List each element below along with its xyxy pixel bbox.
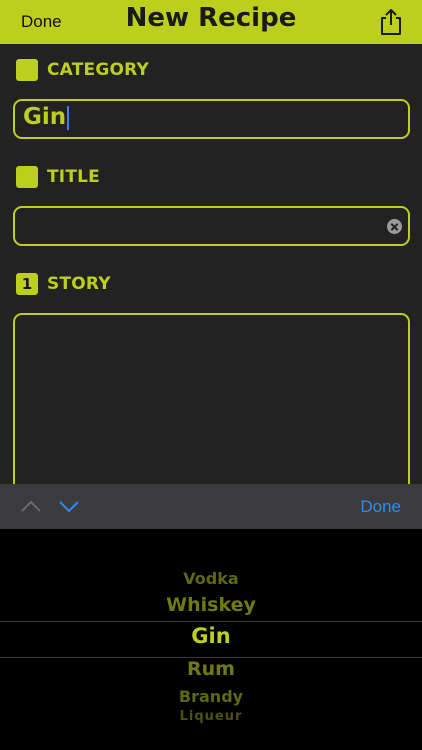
picker-item-selected[interactable]: Gin [0,624,422,648]
chevron-down-icon[interactable] [58,498,80,514]
clear-icon[interactable] [387,219,402,234]
title-field[interactable] [13,206,410,246]
title-checkbox[interactable] [16,166,38,188]
text-cursor [67,105,70,130]
category-field[interactable]: Gin [13,99,410,139]
picker-selection-top-line [0,621,422,622]
story-textarea[interactable] [13,313,410,503]
picker-item[interactable]: Liqueur [0,709,422,724]
picker-item[interactable]: Vodka [0,569,422,588]
picker-item[interactable]: Whiskey [0,594,422,616]
page-title: New Recipe [125,3,297,33]
story-section-label: 1 STORY [16,272,111,296]
navigation-bar: Done New Recipe [0,0,422,44]
picker-item[interactable]: Brandy [0,687,422,706]
category-picker[interactable]: Vodka Whiskey Gin Rum Brandy Liqueur [0,529,422,750]
chevron-up-icon[interactable] [20,498,42,514]
title-section-label: TITLE [16,165,100,189]
picker-item[interactable]: Rum [0,658,422,680]
story-label: STORY [47,274,111,294]
category-label: CATEGORY [47,60,149,80]
story-number-badge: 1 [16,273,38,295]
share-icon[interactable] [378,8,404,36]
category-section-label: CATEGORY [16,58,149,82]
category-value: Gin [23,104,67,130]
accessory-done-button[interactable]: Done [360,497,401,517]
keyboard-accessory-bar: Done [0,484,422,529]
title-label: TITLE [47,167,100,187]
category-checkbox[interactable] [16,59,38,81]
